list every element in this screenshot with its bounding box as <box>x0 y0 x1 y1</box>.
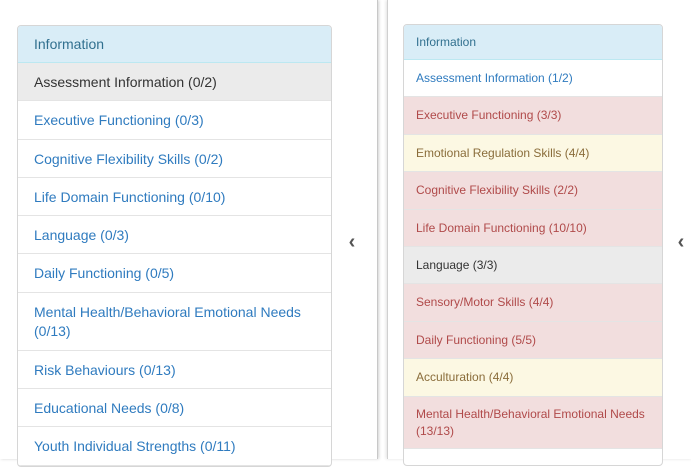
right-information-panel: Information Assessment Information (1/2)… <box>403 24 663 466</box>
left-item-life-domain-functioning[interactable]: Life Domain Functioning (0/10) <box>18 178 331 217</box>
right-item-daily-functioning[interactable]: Daily Functioning (5/5) <box>404 321 662 360</box>
right-sidebar: Information Assessment Information (1/2)… <box>387 0 691 466</box>
left-item-cognitive-flexibility-skills[interactable]: Cognitive Flexibility Skills (0/2) <box>18 140 331 178</box>
right-item-cognitive-flexibility-skills[interactable]: Cognitive Flexibility Skills (2/2) <box>404 172 662 210</box>
left-item-assessment-information[interactable]: Assessment Information (0/2) <box>18 63 331 102</box>
right-item-emotional-regulation-skills[interactable]: Emotional Regulation Skills (4/4) <box>404 134 662 173</box>
chevron-left-icon[interactable]: ‹ <box>674 232 688 252</box>
left-item-youth-individual-strengths[interactable]: Youth Individual Strengths (0/11) <box>18 427 331 466</box>
right-item-mental-health[interactable]: Mental Health/Behavioral Emotional Needs… <box>404 396 662 449</box>
right-panel-heading: Information <box>404 25 662 60</box>
right-item-assessment-information[interactable]: Assessment Information (1/2) <box>404 60 662 98</box>
left-item-executive-functioning[interactable]: Executive Functioning (0/3) <box>18 101 331 140</box>
right-item-executive-functioning[interactable]: Executive Functioning (3/3) <box>404 97 662 135</box>
left-panel-heading: Information <box>18 26 331 63</box>
left-item-mental-health[interactable]: Mental Health/Behavioral Emotional Needs… <box>18 293 331 351</box>
right-item-acculturation[interactable]: Acculturation (4/4) <box>404 359 662 397</box>
left-section-list: Assessment Information (0/2) Executive F… <box>18 63 331 466</box>
left-item-language[interactable]: Language (0/3) <box>18 216 331 255</box>
left-sidebar: Information Assessment Information (0/2)… <box>0 0 378 467</box>
right-section-list: Assessment Information (1/2) Executive F… <box>404 60 662 449</box>
left-item-daily-functioning[interactable]: Daily Functioning (0/5) <box>18 254 331 293</box>
right-item-life-domain-functioning[interactable]: Life Domain Functioning (10/10) <box>404 209 662 247</box>
left-item-risk-behaviours[interactable]: Risk Behaviours (0/13) <box>18 351 331 390</box>
right-item-language[interactable]: Language (3/3) <box>404 246 662 285</box>
right-item-sensory-motor-skills[interactable]: Sensory/Motor Skills (4/4) <box>404 284 662 322</box>
left-item-educational-needs[interactable]: Educational Needs (0/8) <box>18 389 331 428</box>
chevron-left-icon[interactable]: ‹ <box>345 232 359 252</box>
left-information-panel: Information Assessment Information (0/2)… <box>17 25 332 467</box>
